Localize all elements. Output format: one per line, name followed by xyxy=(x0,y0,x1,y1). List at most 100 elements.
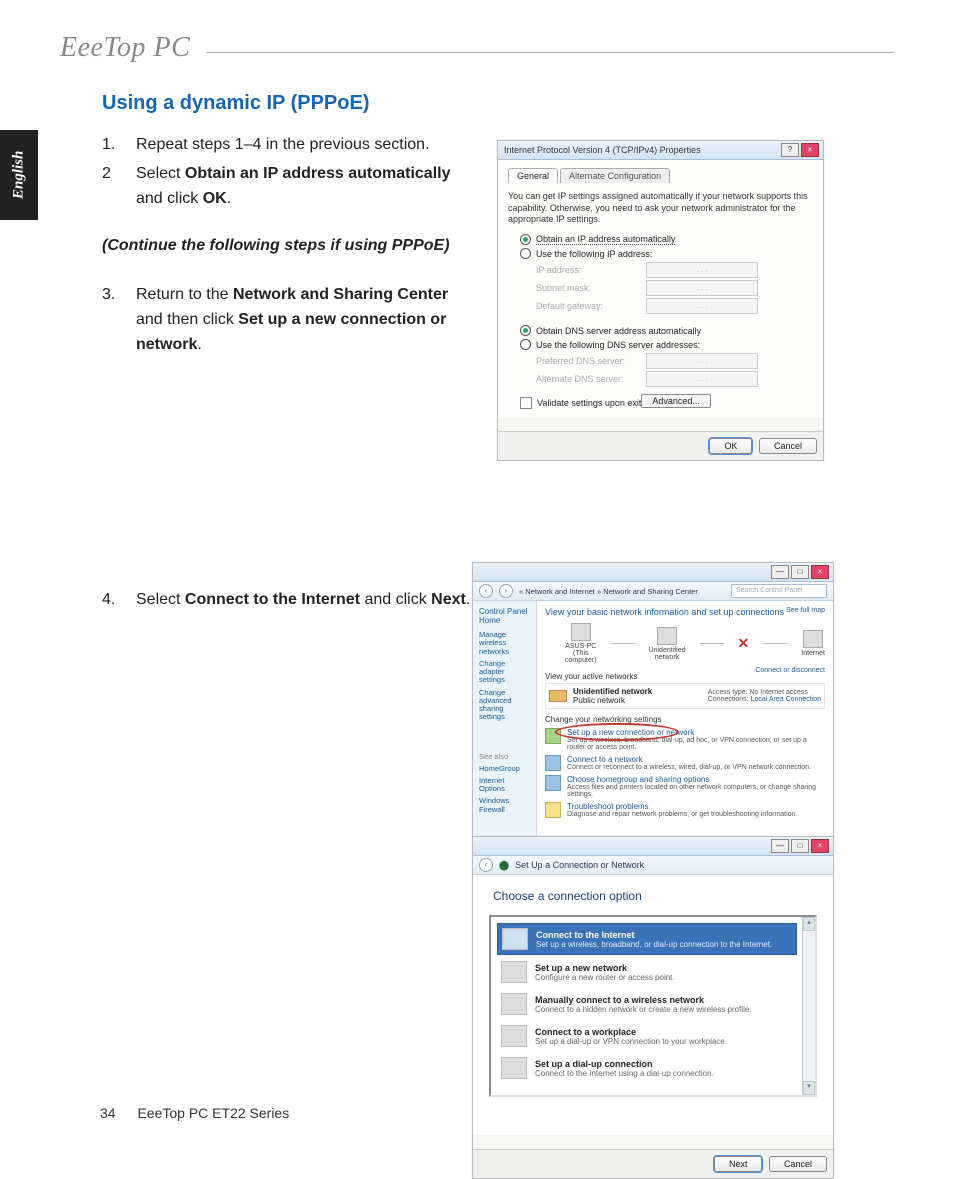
step-number: 4. xyxy=(102,588,136,613)
sidebar-link-adapter[interactable]: Change adapter settings xyxy=(479,660,530,685)
access-type-label: Access type: xyxy=(708,689,748,696)
access-info: Access type: No Internet access Connecti… xyxy=(708,689,821,703)
radio-label: Use the following DNS server addresses: xyxy=(536,340,700,350)
homegroup-icon xyxy=(545,775,561,791)
field-label: IP address: xyxy=(536,265,646,275)
field-label: Preferred DNS server: xyxy=(536,356,646,366)
option-homegroup[interactable]: Choose homegroup and sharing optionsAcce… xyxy=(545,775,825,798)
maximize-button[interactable]: □ xyxy=(791,565,809,579)
minimize-button[interactable]: — xyxy=(771,839,789,853)
option-manual-wireless[interactable]: Manually connect to a wireless networkCo… xyxy=(497,989,797,1019)
back-button[interactable]: ‹ xyxy=(479,584,493,598)
close-button[interactable]: × xyxy=(811,839,829,853)
minimize-button[interactable]: — xyxy=(771,565,789,579)
option-connect-internet[interactable]: Connect to the InternetSet up a wireless… xyxy=(497,923,797,955)
connection-link[interactable]: Local Area Connection xyxy=(751,696,821,703)
radio-obtain-ip[interactable]: Obtain an IP address automatically xyxy=(520,234,813,245)
sidebar: Control Panel Home Manage wireless netwo… xyxy=(473,601,537,839)
window-titlebar: — □ × xyxy=(473,563,833,582)
pdns-input[interactable]: . . . xyxy=(646,353,758,369)
option-connect-network[interactable]: Connect to a networkConnect or reconnect… xyxy=(545,755,825,771)
back-button[interactable]: ‹ xyxy=(479,858,493,872)
network-map: ASUS-PC(This computer) Unidentified netw… xyxy=(565,623,825,664)
validate-checkbox[interactable] xyxy=(520,397,532,409)
step-text-segment: Return to the xyxy=(136,286,233,303)
icon-label: Internet xyxy=(801,650,825,657)
scrollbar[interactable]: ▴▾ xyxy=(802,917,815,1095)
cancel-button[interactable]: Cancel xyxy=(769,1156,827,1172)
network-name-block: Unidentified network Public network xyxy=(573,687,652,705)
help-button[interactable]: ? xyxy=(781,143,799,157)
section-title: Using a dynamic IP (PPPoE) xyxy=(102,92,894,115)
step-text-segment: and click xyxy=(360,591,431,608)
tab-general[interactable]: General xyxy=(508,168,558,183)
option-setup-network[interactable]: Set up a new networkConfigure a new rout… xyxy=(497,957,797,987)
sidebar-heading: Control Panel Home xyxy=(479,607,530,625)
step-text-segment: . xyxy=(466,591,470,608)
network-name: Unidentified network xyxy=(573,687,652,696)
step-text: Repeat steps 1–4 in the previous section… xyxy=(136,133,476,158)
workplace-icon xyxy=(501,1025,527,1047)
gateway-input[interactable]: . . . xyxy=(646,298,758,314)
ip-input[interactable]: . . . xyxy=(646,262,758,278)
option-setup-connection[interactable]: Set up a new connection or networkSet up… xyxy=(545,728,825,751)
step-number: 2 xyxy=(102,162,136,212)
see-also-internet-options[interactable]: Internet Options xyxy=(479,777,530,794)
step-text: Return to the Network and Sharing Center… xyxy=(136,283,476,357)
scroll-down[interactable]: ▾ xyxy=(803,1081,815,1095)
field-label: Default gateway: xyxy=(536,301,646,311)
window-titlebar: — □ × xyxy=(473,837,833,856)
close-button[interactable]: × xyxy=(801,143,819,157)
radio-use-ip[interactable]: Use the following IP address: xyxy=(520,248,813,259)
close-button[interactable]: × xyxy=(811,565,829,579)
step-text: Select Obtain an IP address automaticall… xyxy=(136,162,476,212)
radio-use-dns[interactable]: Use the following DNS server addresses: xyxy=(520,339,813,350)
maximize-button[interactable]: □ xyxy=(791,839,809,853)
option-desc: Connect or reconnect to a wireless, wire… xyxy=(567,764,811,771)
forward-button[interactable]: › xyxy=(499,584,513,598)
next-button[interactable]: Next xyxy=(714,1156,763,1172)
breadcrumb-path[interactable]: « Network and Internet » Network and Sha… xyxy=(519,587,698,596)
option-desc: Access files and printers located on oth… xyxy=(567,784,825,798)
advanced-button[interactable]: Advanced... xyxy=(641,394,711,408)
step-text: Select Connect to the Internet and click… xyxy=(136,588,496,613)
connect-icon xyxy=(545,755,561,771)
radio-label: Obtain DNS server address automatically xyxy=(536,326,701,336)
option-dialup[interactable]: Set up a dial-up connectionConnect to th… xyxy=(497,1053,797,1083)
see-full-map-link[interactable]: See full map xyxy=(786,607,825,614)
window-buttons: ? × xyxy=(781,143,819,157)
scroll-up[interactable]: ▴ xyxy=(803,917,815,931)
search-input[interactable]: Search Control Panel xyxy=(731,584,827,598)
step-bold: OK xyxy=(203,190,227,207)
option-desc: Diagnose and repair network problems, or… xyxy=(567,811,797,818)
option-desc: Set up a wireless, broadband, dial-up, a… xyxy=(567,737,825,751)
step-text-segment: Select xyxy=(136,165,185,182)
field-mask: Subnet mask:. . . xyxy=(536,280,813,296)
window-buttons: — □ × xyxy=(771,565,829,579)
step-number: 1. xyxy=(102,133,136,158)
radio-label: Obtain an IP address automatically xyxy=(536,234,675,245)
field-pdns: Preferred DNS server:. . . xyxy=(536,353,813,369)
option-title: Set up a dial-up connection xyxy=(535,1059,714,1069)
mask-input[interactable]: . . . xyxy=(646,280,758,296)
change-list: Set up a new connection or networkSet up… xyxy=(545,728,825,818)
wizard-header: ‹ ⬤ Set Up a Connection or Network xyxy=(473,856,833,875)
ok-button[interactable]: OK xyxy=(709,438,752,454)
radio-obtain-dns[interactable]: Obtain DNS server address automatically xyxy=(520,325,813,336)
see-also-homegroup[interactable]: HomeGroup xyxy=(479,765,530,773)
adns-input[interactable]: . . . xyxy=(646,371,758,387)
sidebar-link-wireless[interactable]: Manage wireless networks xyxy=(479,631,530,656)
header-row: EeeTop PC xyxy=(60,32,894,64)
manual-page: EeeTop PC English Using a dynamic IP (PP… xyxy=(0,0,954,1155)
phone-icon xyxy=(501,1057,527,1079)
option-connect-workplace[interactable]: Connect to a workplaceSet up a dial-up o… xyxy=(497,1021,797,1051)
troubleshoot-icon xyxy=(545,802,561,818)
connect-disconnect-link[interactable]: Connect or disconnect xyxy=(755,667,825,674)
cancel-button[interactable]: Cancel xyxy=(759,438,817,454)
step-bold: Obtain an IP address automatically xyxy=(185,165,451,182)
option-desc: Configure a new router or access point. xyxy=(535,973,675,982)
tab-alt-config[interactable]: Alternate Configuration xyxy=(560,168,670,183)
option-troubleshoot[interactable]: Troubleshoot problemsDiagnose and repair… xyxy=(545,802,825,818)
see-also-firewall[interactable]: Windows Firewall xyxy=(479,797,530,814)
sidebar-link-sharing[interactable]: Change advanced sharing settings xyxy=(479,689,530,722)
